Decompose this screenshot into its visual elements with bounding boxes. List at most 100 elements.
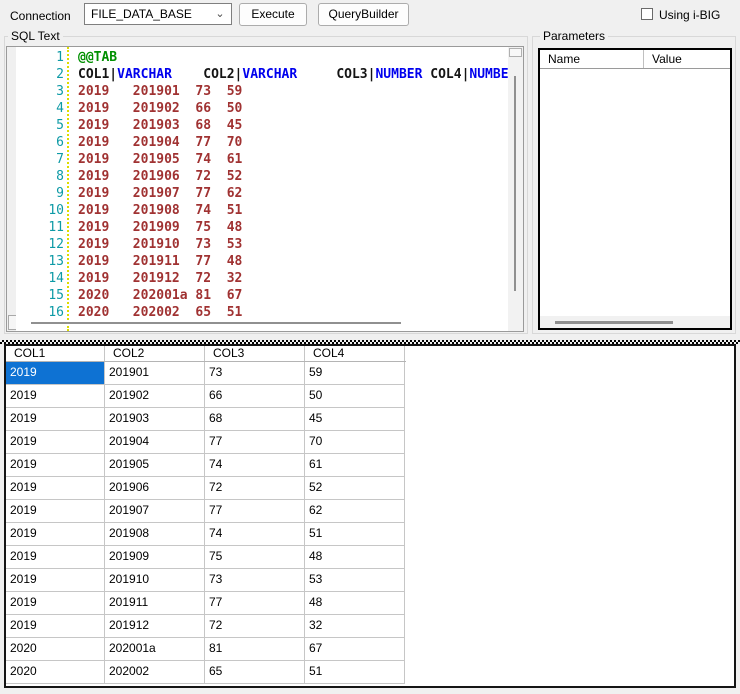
code-segment: VARCHAR bbox=[242, 67, 297, 82]
grid-cell[interactable]: 2019 bbox=[6, 431, 105, 454]
grid-cell[interactable]: 2019 bbox=[6, 523, 105, 546]
using-ibig-checkbox[interactable] bbox=[641, 8, 653, 20]
grid-cell[interactable]: 201909 bbox=[105, 546, 205, 569]
parameters-hscrollbar[interactable] bbox=[540, 316, 730, 328]
code-line: 2019 201903 68 45 bbox=[78, 117, 510, 134]
grid-cell[interactable]: 201906 bbox=[105, 477, 205, 500]
grid-cell[interactable]: 2019 bbox=[6, 385, 105, 408]
parameters-name-column-header[interactable]: Name bbox=[540, 50, 644, 68]
grid-cell[interactable]: 48 bbox=[305, 546, 405, 569]
grid-cell[interactable]: 50 bbox=[305, 385, 405, 408]
line-number: 9 bbox=[16, 185, 64, 202]
grid-cell[interactable]: 67 bbox=[305, 638, 405, 661]
grid-cell[interactable]: 75 bbox=[205, 546, 305, 569]
grid-cell[interactable]: 2019 bbox=[6, 592, 105, 615]
grid-cell[interactable]: 201904 bbox=[105, 431, 205, 454]
grid-cell[interactable]: 201911 bbox=[105, 592, 205, 615]
line-number: 6 bbox=[16, 134, 64, 151]
sql-editor-lines[interactable]: @@TABCOL1|VARCHAR COL2|VARCHAR COL3|NUMB… bbox=[78, 47, 510, 331]
grid-cell[interactable]: 2019 bbox=[6, 408, 105, 431]
grid-cell[interactable]: 70 bbox=[305, 431, 405, 454]
results-column-header-col4[interactable]: COL4 bbox=[305, 346, 405, 361]
grid-cell[interactable]: 68 bbox=[205, 408, 305, 431]
grid-cell[interactable]: 201905 bbox=[105, 454, 205, 477]
sql-editor[interactable]: 12345678910111213141516 @@TABCOL1|VARCHA… bbox=[6, 46, 524, 332]
grid-cell[interactable]: 202001a bbox=[105, 638, 205, 661]
table-row: 20202020026551 bbox=[6, 661, 406, 684]
code-line: 2019 201904 77 70 bbox=[78, 134, 510, 151]
grid-cell[interactable]: 51 bbox=[305, 523, 405, 546]
grid-cell-selected[interactable]: 2019 bbox=[6, 362, 105, 385]
parameters-value-column-header[interactable]: Value bbox=[644, 50, 730, 68]
line-number: 8 bbox=[16, 168, 64, 185]
grid-cell[interactable]: 201907 bbox=[105, 500, 205, 523]
table-row: 20192019036845 bbox=[6, 408, 406, 431]
grid-cell[interactable]: 45 bbox=[305, 408, 405, 431]
querybuilder-button[interactable]: QueryBuilder bbox=[318, 3, 409, 26]
grid-cell[interactable]: 2019 bbox=[6, 477, 105, 500]
grid-cell[interactable]: 2019 bbox=[6, 546, 105, 569]
execute-button[interactable]: Execute bbox=[239, 3, 307, 26]
grid-cell[interactable]: 2020 bbox=[6, 638, 105, 661]
grid-cell[interactable]: 2019 bbox=[6, 500, 105, 523]
grid-cell[interactable]: 77 bbox=[205, 431, 305, 454]
grid-cell[interactable]: 72 bbox=[205, 615, 305, 638]
grid-cell[interactable]: 72 bbox=[205, 477, 305, 500]
code-segment: 2019 201901 73 59 bbox=[78, 84, 242, 99]
grid-cell[interactable]: 201901 bbox=[105, 362, 205, 385]
connection-combobox-value: FILE_DATA_BASE bbox=[91, 7, 192, 21]
code-line: 2019 201906 72 52 bbox=[78, 168, 510, 185]
grid-cell[interactable]: 202002 bbox=[105, 661, 205, 684]
editor-vscroll-button[interactable] bbox=[509, 48, 522, 57]
grid-cell[interactable]: 201908 bbox=[105, 523, 205, 546]
grid-cell[interactable]: 66 bbox=[205, 385, 305, 408]
line-number: 10 bbox=[16, 202, 64, 219]
connection-combobox[interactable]: FILE_DATA_BASE ⌄ bbox=[84, 3, 232, 25]
table-row: 20192019057461 bbox=[6, 454, 406, 477]
editor-vscroll-thumb[interactable] bbox=[514, 76, 516, 291]
grid-cell[interactable]: 53 bbox=[305, 569, 405, 592]
grid-cell[interactable]: 77 bbox=[205, 500, 305, 523]
line-number: 2 bbox=[16, 66, 64, 83]
grid-cell[interactable]: 52 bbox=[305, 477, 405, 500]
code-line: 2019 201901 73 59 bbox=[78, 83, 510, 100]
grid-cell[interactable]: 81 bbox=[205, 638, 305, 661]
results-column-header-col1[interactable]: COL1 bbox=[6, 346, 105, 361]
grid-cell[interactable]: 32 bbox=[305, 615, 405, 638]
line-number: 13 bbox=[16, 253, 64, 270]
grid-cell[interactable]: 59 bbox=[305, 362, 405, 385]
grid-cell[interactable]: 201910 bbox=[105, 569, 205, 592]
grid-cell[interactable]: 61 bbox=[305, 454, 405, 477]
parameters-hscroll-thumb[interactable] bbox=[555, 321, 673, 324]
code-line: 2019 201911 77 48 bbox=[78, 253, 510, 270]
code-segment: COL2| bbox=[172, 67, 242, 82]
grid-cell[interactable]: 2019 bbox=[6, 454, 105, 477]
table-row: 20192019127232 bbox=[6, 615, 406, 638]
results-grid[interactable]: COL1 COL2 COL3 COL4 20192019017359201920… bbox=[4, 344, 736, 688]
grid-cell[interactable]: 2019 bbox=[6, 615, 105, 638]
code-segment: 2019 201911 77 48 bbox=[78, 254, 242, 269]
editor-left-scrollbar[interactable] bbox=[7, 47, 16, 331]
sql-editor-gutter: 12345678910111213141516 bbox=[16, 47, 69, 331]
grid-cell[interactable]: 62 bbox=[305, 500, 405, 523]
sql-text-group-title: SQL Text bbox=[8, 29, 63, 43]
grid-cell[interactable]: 2020 bbox=[6, 661, 105, 684]
editor-vertical-scrollbar[interactable] bbox=[508, 47, 523, 331]
grid-cell[interactable]: 74 bbox=[205, 454, 305, 477]
grid-cell[interactable]: 51 bbox=[305, 661, 405, 684]
grid-cell[interactable]: 48 bbox=[305, 592, 405, 615]
results-column-header-col3[interactable]: COL3 bbox=[205, 346, 305, 361]
grid-cell[interactable]: 201902 bbox=[105, 385, 205, 408]
grid-cell[interactable]: 201912 bbox=[105, 615, 205, 638]
editor-hscroll-thumb[interactable] bbox=[31, 322, 401, 324]
table-row: 20192019087451 bbox=[6, 523, 406, 546]
grid-cell[interactable]: 73 bbox=[205, 569, 305, 592]
grid-cell[interactable]: 65 bbox=[205, 661, 305, 684]
grid-cell[interactable]: 201903 bbox=[105, 408, 205, 431]
grid-cell[interactable]: 77 bbox=[205, 592, 305, 615]
grid-cell[interactable]: 73 bbox=[205, 362, 305, 385]
line-number: 1 bbox=[16, 49, 64, 66]
grid-cell[interactable]: 74 bbox=[205, 523, 305, 546]
grid-cell[interactable]: 2019 bbox=[6, 569, 105, 592]
results-column-header-col2[interactable]: COL2 bbox=[105, 346, 205, 361]
